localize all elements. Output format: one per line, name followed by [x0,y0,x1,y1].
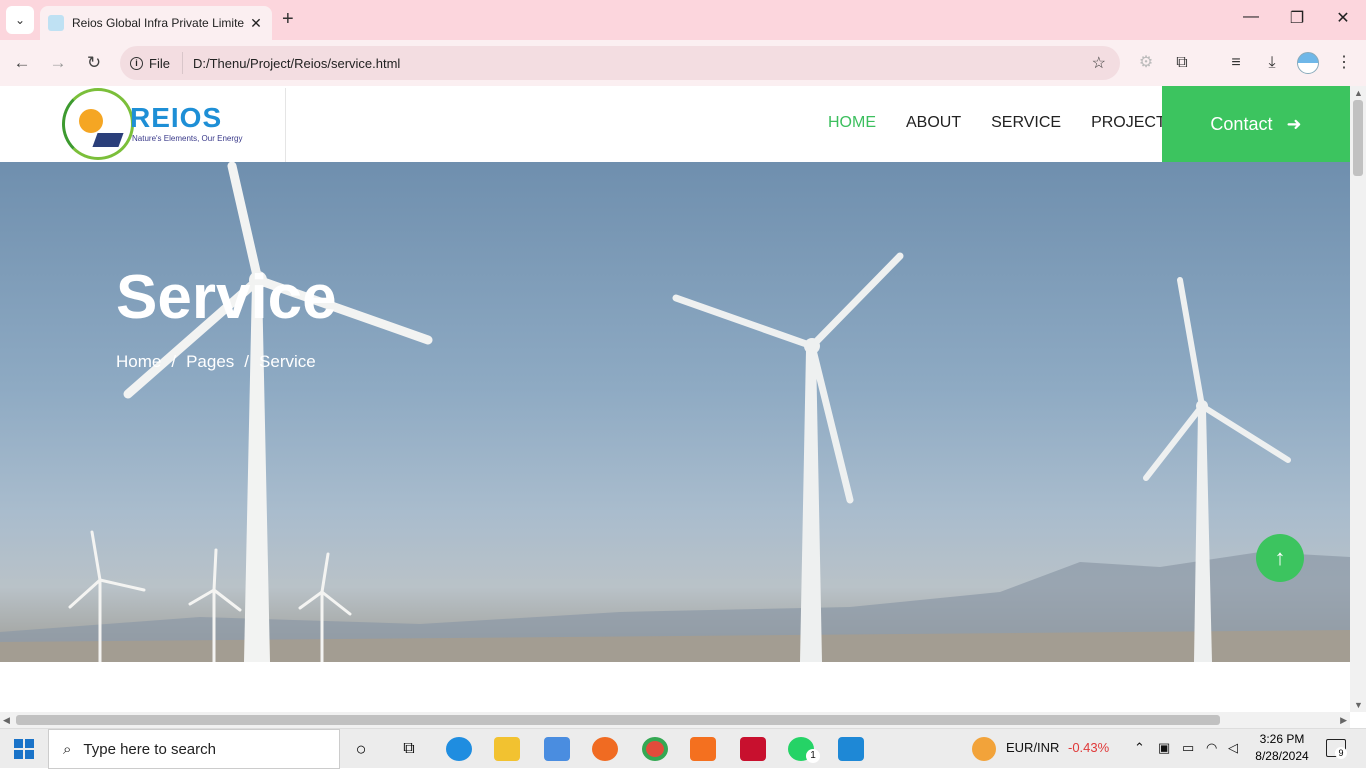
show-hidden-icons-icon[interactable]: ⌃ [1134,740,1145,756]
breadcrumb-home[interactable]: Home [116,352,161,372]
contact-button[interactable]: Contact ➜ [1162,86,1350,162]
browser-toolbar: ← → ↻ i File D:/Thenu/Project/Reios/serv… [0,40,1366,86]
contact-label: Contact [1210,113,1273,134]
vertical-scrollbar[interactable]: ▲ ▼ [1350,86,1366,712]
task-view-icon[interactable]: ⧉ [396,737,422,761]
windows-start-icon[interactable] [14,739,34,759]
close-window-icon[interactable]: ✕ [1333,8,1353,28]
taskbar-search-box[interactable]: ⌕ Type here to search [48,729,340,769]
mcafee-icon[interactable] [740,737,766,761]
media-control-icon[interactable]: ≡ [1225,52,1247,74]
nav-home[interactable]: HOME [828,114,876,132]
xampp-icon[interactable] [690,737,716,761]
info-icon: i [130,56,143,70]
forward-icon[interactable]: → [47,52,69,74]
tab-search-button[interactable]: ⌄ [6,6,34,34]
search-placeholder: Type here to search [83,740,216,758]
logo-emblem-icon [62,88,134,160]
breadcrumb-separator: / [171,352,177,371]
search-icon: ⌕ [63,740,72,758]
ticker-change: -0.43% [1068,740,1110,755]
clock-date: 8/28/2024 [1255,749,1309,763]
hero-banner: Service Home / Pages / Service [0,162,1350,662]
scroll-right-icon[interactable]: ▶ [1340,715,1347,726]
extension-puzzle-grey-icon[interactable]: ⚙ [1135,52,1157,74]
vertical-scroll-thumb[interactable] [1353,100,1363,176]
arrow-up-icon: ↑ [1274,545,1286,570]
file-explorer-icon[interactable] [494,737,520,761]
clock[interactable]: 3:26 PM 8/28/2024 [1254,731,1310,765]
minimize-icon[interactable]: — [1241,8,1261,26]
windows-taskbar: ⌕ Type here to search ○ ⧉ 1 EUR/INR -0.4… [0,728,1366,769]
reload-icon[interactable]: ↻ [83,52,105,74]
whatsapp-badge: 1 [806,749,820,763]
firefox-icon[interactable] [592,737,618,761]
breadcrumb-pages[interactable]: Pages [186,352,234,372]
volume-icon[interactable]: ◁ [1228,740,1238,756]
address-bar[interactable]: i File D:/Thenu/Project/Reios/service.ht… [120,46,1120,80]
site-header: REIOS Nature's Elements, Our Energy HOME… [0,86,1350,162]
arrow-right-icon: ➜ [1286,113,1302,134]
vscode-icon[interactable] [838,737,864,761]
ticker-label[interactable]: EUR/INR [1006,740,1059,755]
wind-turbines-image [0,162,1350,662]
currency-ticker-icon [972,737,996,761]
site-logo[interactable]: REIOS Nature's Elements, Our Energy [60,88,286,162]
more-menu-icon[interactable]: ⋮ [1333,52,1355,74]
close-tab-icon[interactable]: ✕ [248,15,264,32]
horizontal-scrollbar[interactable]: ◀ ▶ [0,712,1350,728]
scroll-down-icon[interactable]: ▼ [1354,700,1363,710]
logo-name: REIOS [130,102,223,133]
horizontal-scroll-thumb[interactable] [16,715,1220,725]
browser-tab-bar: ⌄ Reios Global Infra Private Limite ✕ + … [0,0,1366,40]
breadcrumb-current: Service [259,352,316,371]
scroll-left-icon[interactable]: ◀ [3,715,10,726]
nav-service[interactable]: SERVICE [991,114,1061,132]
new-tab-button[interactable]: + [282,8,294,31]
notification-center-icon[interactable]: 9 [1326,739,1347,759]
network-icon[interactable]: ◠ [1206,740,1217,756]
battery-icon[interactable]: ▭ [1182,740,1194,756]
notification-count: 9 [1335,747,1347,759]
download-icon[interactable]: ⤓ [1261,52,1283,74]
hero-title: Service [116,263,337,332]
browser-tab[interactable]: Reios Global Infra Private Limite ✕ [40,6,272,40]
chrome-icon[interactable] [642,737,668,761]
restore-icon[interactable]: ❐ [1287,8,1307,28]
back-to-top-button[interactable]: ↑ [1256,534,1304,582]
cortana-icon[interactable]: ○ [348,737,374,761]
profile-avatar[interactable] [1297,52,1319,74]
tab-title: Reios Global Infra Private Limite [72,16,245,30]
breadcrumb: Home / Pages / Service [116,352,316,372]
bookmark-star-icon[interactable]: ☆ [1092,53,1106,73]
extensions-icon[interactable]: ⧉ [1171,52,1193,74]
site-info-button[interactable]: i File [130,52,183,74]
main-nav: HOME ABOUT SERVICE PROJECT [828,114,1166,132]
edge-icon[interactable] [446,737,472,761]
back-icon[interactable]: ← [11,52,33,74]
site-favicon-icon [48,15,64,31]
scroll-up-icon[interactable]: ▲ [1354,88,1363,98]
logo-tagline: Nature's Elements, Our Energy [132,134,243,143]
meet-now-icon[interactable]: ▣ [1158,740,1170,756]
microsoft-store-icon[interactable] [544,737,570,761]
breadcrumb-separator: / [244,352,250,371]
url-text: D:/Thenu/Project/Reios/service.html [192,55,401,71]
scheme-label: File [149,55,170,71]
page-viewport: REIOS Nature's Elements, Our Energy HOME… [0,86,1350,712]
nav-project[interactable]: PROJECT [1091,114,1166,132]
clock-time: 3:26 PM [1259,732,1305,746]
nav-about[interactable]: ABOUT [906,114,961,132]
whatsapp-icon[interactable]: 1 [788,737,820,763]
